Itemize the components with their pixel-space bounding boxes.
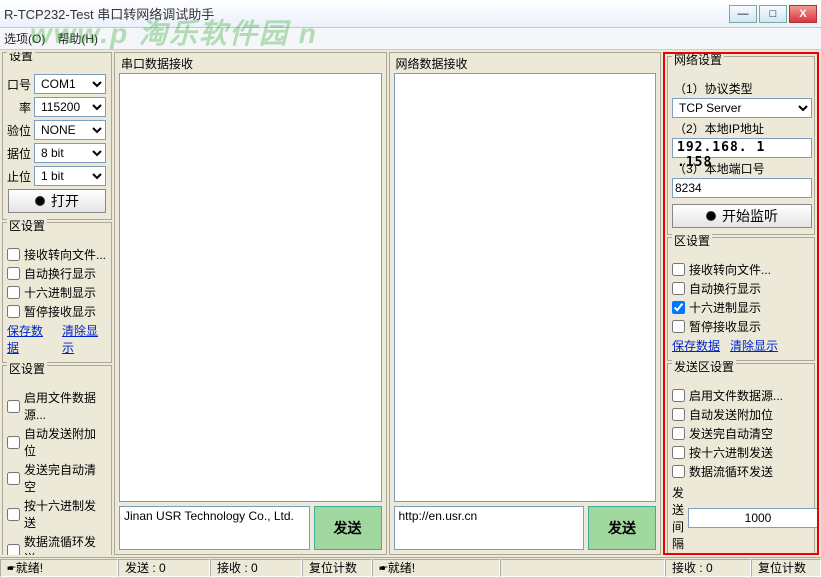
net-send-filesrc-check[interactable]: 启用文件数据源... <box>672 387 810 404</box>
net-send-autoappend-check[interactable]: 自动发送附加位 <box>672 406 810 423</box>
net-recv-clear-link[interactable]: 清除显示 <box>730 337 778 354</box>
status-ready-left: 🖝 就绪! <box>0 559 118 577</box>
serial-settings-title: 设置 <box>7 52 35 64</box>
minimize-button[interactable]: — <box>729 5 757 23</box>
port-select[interactable]: COM1 <box>34 74 106 94</box>
serial-data-pane: 串口数据接收 Jinan USR Technology Co., Ltd. 发送 <box>114 52 387 555</box>
status-bar: 🖝 就绪! 发送 : 0 接收 : 0 复位计数 🖝 就绪! 接收 : 0 复位… <box>0 557 821 577</box>
window-title: R-TCP232-Test 串口转网络调试助手 <box>4 4 729 23</box>
status-send-left: 发送 : 0 <box>118 559 210 577</box>
serial-sidebar: 设置 口号 COM1 率 115200 验位 NONE 据位 8 bit 止位 … <box>2 52 112 555</box>
serial-send-title: 区设置 <box>7 360 47 377</box>
open-serial-label: 打开 <box>51 191 79 211</box>
window-buttons: — □ X <box>729 5 817 23</box>
proto-select[interactable]: TCP Server <box>672 98 812 118</box>
send-hex-check[interactable]: 按十六进制发送 <box>7 497 107 531</box>
status-reset-left[interactable]: 复位计数 <box>302 559 372 577</box>
network-recv-textarea[interactable] <box>394 73 657 502</box>
net-send-title: 发送区设置 <box>672 358 736 375</box>
send-filesrc-check[interactable]: 启用文件数据源... <box>7 389 107 423</box>
recv-hex-check[interactable]: 十六进制显示 <box>7 284 107 301</box>
content-area: 设置 口号 COM1 率 115200 验位 NONE 据位 8 bit 止位 … <box>0 50 821 557</box>
databits-label: 据位 <box>7 145 31 162</box>
recv-pause-check[interactable]: 暂停接收显示 <box>7 303 107 320</box>
net-send-fileload-link[interactable]: 文件载入 <box>672 554 720 555</box>
parity-label: 验位 <box>7 122 31 139</box>
send-loop-check[interactable]: 数据流循环发送 <box>7 533 107 555</box>
serial-send-options-group: 区设置 启用文件数据源... 自动发送附加位 发送完自动清空 按十六进制发送 数… <box>2 365 112 555</box>
serial-recv-textarea[interactable] <box>119 73 382 502</box>
proto-label: （1）协议类型 <box>674 80 810 97</box>
port-input[interactable] <box>672 178 812 198</box>
baud-select[interactable]: 115200 <box>34 97 106 117</box>
stopbits-select[interactable]: 1 bit <box>34 166 106 186</box>
network-sidebar: 网络设置 （1）协议类型 TCP Server （2）本地IP地址 192.16… <box>663 52 819 555</box>
net-recv-save-link[interactable]: 保存数据 <box>672 337 720 354</box>
net-recv-autowrap-check[interactable]: 自动换行显示 <box>672 280 810 297</box>
ip-input[interactable]: 192.168. 1 .158 <box>672 138 812 158</box>
net-recv-hex-check[interactable]: 十六进制显示 <box>672 299 810 316</box>
port-label: 口号 <box>7 76 31 93</box>
recv-save-link[interactable]: 保存数据 <box>7 322 52 356</box>
net-send-hex-check[interactable]: 按十六进制发送 <box>672 444 810 461</box>
recv-autowrap-check[interactable]: 自动换行显示 <box>7 265 107 282</box>
serial-recv-options-group: 区设置 接收转向文件... 自动换行显示 十六进制显示 暂停接收显示 保存数据 … <box>2 222 112 363</box>
status-reset-right[interactable]: 复位计数 <box>751 559 821 577</box>
status-dot-icon <box>35 196 45 206</box>
maximize-button[interactable]: □ <box>759 5 787 23</box>
serial-recv-title: 区设置 <box>7 217 47 234</box>
baud-label: 率 <box>7 99 31 116</box>
network-settings-title: 网络设置 <box>672 52 724 68</box>
network-recv-options-group: 区设置 接收转向文件... 自动换行显示 十六进制显示 暂停接收显示 保存数据 … <box>667 237 815 361</box>
serial-send-textarea[interactable]: Jinan USR Technology Co., Ltd. <box>119 506 310 550</box>
ip-label: （2）本地IP地址 <box>674 120 810 137</box>
network-data-pane: 网络数据接收 http://en.usr.cn 发送 <box>389 52 662 555</box>
send-autoappend-check[interactable]: 自动发送附加位 <box>7 425 107 459</box>
network-settings-group: 网络设置 （1）协议类型 TCP Server （2）本地IP地址 192.16… <box>667 56 815 235</box>
stopbits-label: 止位 <box>7 168 31 185</box>
port-label-net: （3）本地端口号 <box>674 160 810 177</box>
net-recv-title: 区设置 <box>672 232 712 249</box>
recv-tofile-check[interactable]: 接收转向文件... <box>7 246 107 263</box>
status-recv-right: 接收 : 0 <box>665 559 751 577</box>
listen-button[interactable]: 开始监听 <box>672 204 812 228</box>
send-autoclear-check[interactable]: 发送完自动清空 <box>7 461 107 495</box>
net-send-autoclear-check[interactable]: 发送完自动清空 <box>672 425 810 442</box>
net-send-loop-check[interactable]: 数据流循环发送 <box>672 463 810 480</box>
network-send-button[interactable]: 发送 <box>588 506 656 550</box>
serial-recv-header: 串口数据接收 <box>115 53 386 73</box>
net-send-clearinput-link[interactable]: 清除输入 <box>730 554 778 555</box>
recv-clear-link[interactable]: 清除显示 <box>62 322 107 356</box>
status-ready-right: 🖝 就绪! <box>372 559 500 577</box>
status-dot-icon <box>706 211 716 221</box>
title-bar: R-TCP232-Test 串口转网络调试助手 — □ X <box>0 0 821 28</box>
net-recv-tofile-check[interactable]: 接收转向文件... <box>672 261 810 278</box>
databits-select[interactable]: 8 bit <box>34 143 106 163</box>
network-send-textarea[interactable]: http://en.usr.cn <box>394 506 585 550</box>
status-recv-left: 接收 : 0 <box>210 559 302 577</box>
serial-send-button[interactable]: 发送 <box>314 506 382 550</box>
net-interval-input[interactable] <box>688 508 819 528</box>
net-recv-pause-check[interactable]: 暂停接收显示 <box>672 318 810 335</box>
network-recv-header: 网络数据接收 <box>390 53 661 73</box>
network-send-options-group: 发送区设置 启用文件数据源... 自动发送附加位 发送完自动清空 按十六进制发送… <box>667 363 815 555</box>
menu-help[interactable]: 帮助(H) <box>57 30 98 47</box>
menu-options[interactable]: 选项(O) <box>4 30 45 47</box>
close-button[interactable]: X <box>789 5 817 23</box>
serial-settings-group: 设置 口号 COM1 率 115200 验位 NONE 据位 8 bit 止位 … <box>2 52 112 220</box>
menu-bar: 选项(O) 帮助(H) <box>0 28 821 50</box>
net-interval-pre: 发送间隔 <box>672 484 684 552</box>
listen-label: 开始监听 <box>722 206 778 226</box>
parity-select[interactable]: NONE <box>34 120 106 140</box>
open-serial-button[interactable]: 打开 <box>8 189 106 213</box>
